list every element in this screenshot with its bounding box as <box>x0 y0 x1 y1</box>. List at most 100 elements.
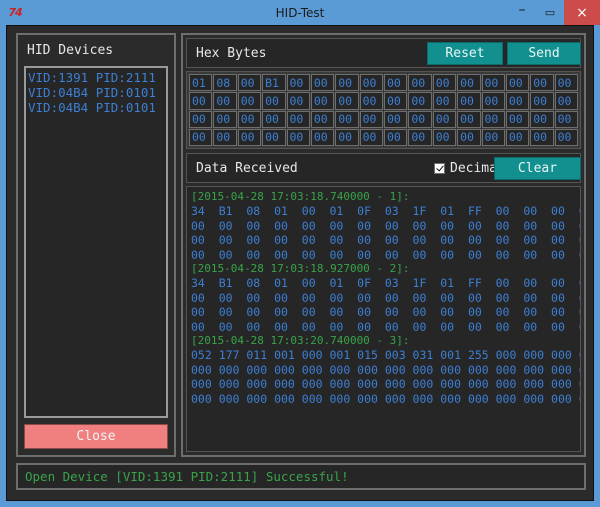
hex-byte-cell[interactable]: 00 <box>505 74 530 92</box>
close-button[interactable]: Close <box>24 424 168 449</box>
hex-byte-cell[interactable]: 00 <box>237 110 262 128</box>
hex-byte-cell[interactable]: 00 <box>335 92 359 110</box>
hex-byte-cell[interactable]: 00 <box>457 74 481 92</box>
hex-byte-cell[interactable]: 00 <box>481 92 505 110</box>
log-data-row: 34 B1 08 01 00 01 0F 03 1F 01 FF 00 00 0… <box>191 204 581 218</box>
hex-byte-cell[interactable]: 00 <box>213 92 237 110</box>
device-list[interactable]: VID:1391 PID:2111 VID:04B4 PID:0101 VID:04… <box>24 66 168 418</box>
hex-byte-cell[interactable]: 00 <box>481 128 505 146</box>
close-icon[interactable]: × <box>564 0 600 25</box>
hex-byte-cell[interactable]: 00 <box>237 74 262 92</box>
hex-byte-cell[interactable]: 00 <box>384 92 408 110</box>
hex-byte-cell[interactable]: 00 <box>432 74 457 92</box>
hex-byte-cell[interactable]: 00 <box>384 74 408 92</box>
hex-byte-cell[interactable]: 00 <box>359 128 383 146</box>
minimize-icon[interactable]: – <box>508 0 536 25</box>
hex-byte-cell[interactable]: 00 <box>359 110 383 128</box>
received-data-log[interactable]: [2015-04-28 17:03:18.740000 - 1]: 34 B1 0… <box>186 186 581 452</box>
log-data-row: 34 B1 08 01 00 01 0F 03 1F 01 FF 00 00 0… <box>191 276 581 290</box>
hex-byte-cell[interactable]: 00 <box>359 74 383 92</box>
hex-byte-cell[interactable]: B1 <box>262 74 286 92</box>
hex-bytes-header: Hex Bytes Reset Send <box>186 38 581 68</box>
hex-byte-cell[interactable]: 00 <box>262 92 286 110</box>
log-data-row: 00 00 00 00 00 00 00 00 00 00 00 00 00 0… <box>191 233 581 247</box>
log-data-row: 000 000 000 000 000 000 000 000 000 000 … <box>191 377 580 391</box>
device-list-item[interactable]: VID:04B4 PID:0101 <box>28 85 166 100</box>
hex-byte-cell[interactable]: 00 <box>286 92 310 110</box>
hex-byte-cell[interactable]: 00 <box>237 92 262 110</box>
log-data-row: 000 000 000 000 000 000 000 000 000 000 … <box>191 391 580 406</box>
hex-byte-cell[interactable]: 00 <box>530 110 554 128</box>
hex-byte-cell[interactable]: 00 <box>457 128 481 146</box>
log-data-row: 00 00 00 00 00 00 00 00 00 00 00 00 00 0… <box>191 290 581 305</box>
hex-byte-cell[interactable]: 00 <box>286 74 310 92</box>
hex-byte-cell[interactable]: 00 <box>310 110 335 128</box>
clear-button[interactable]: Clear <box>494 157 581 180</box>
hex-byte-cell[interactable]: 00 <box>505 92 530 110</box>
hex-byte-cell[interactable]: 00 <box>213 128 237 146</box>
device-list-item[interactable]: VID:04B4 PID:0101 <box>28 100 166 115</box>
log-timestamp: [2015-04-28 17:03:18.927000 - 2]: <box>191 262 410 275</box>
hex-byte-cell[interactable]: 00 <box>505 110 530 128</box>
checkbox-icon[interactable] <box>434 163 445 174</box>
hex-byte-cell[interactable]: 00 <box>457 92 481 110</box>
hex-byte-cell[interactable]: 00 <box>432 110 457 128</box>
hex-byte-cell[interactable]: 00 <box>359 92 383 110</box>
hex-byte-cell[interactable]: 00 <box>262 110 286 128</box>
hid-devices-title: HID Devices <box>27 43 114 58</box>
hex-byte-cell[interactable]: 00 <box>286 128 310 146</box>
hex-byte-cell[interactable]: 00 <box>310 128 335 146</box>
hex-byte-cell[interactable]: 00 <box>408 74 432 92</box>
hex-byte-cell[interactable]: 00 <box>262 128 286 146</box>
hex-byte-cell[interactable]: 00 <box>384 110 408 128</box>
hex-byte-cell[interactable]: 00 <box>189 128 213 146</box>
log-data-row: 000 000 000 000 000 000 000 000 000 000 … <box>191 362 580 377</box>
hex-byte-cell[interactable]: 00 <box>408 128 432 146</box>
hex-byte-cell[interactable]: 00 <box>554 110 578 128</box>
hex-byte-cell[interactable]: 00 <box>335 128 359 146</box>
hex-byte-cell[interactable]: 00 <box>481 74 505 92</box>
hex-byte-cell[interactable]: 00 <box>335 110 359 128</box>
hex-byte-cell[interactable]: 00 <box>554 92 578 110</box>
hex-byte-cell[interactable]: 00 <box>408 92 432 110</box>
hex-byte-cell[interactable]: 00 <box>457 110 481 128</box>
hex-byte-cell[interactable]: 00 <box>335 74 359 92</box>
hex-byte-cell[interactable]: 00 <box>554 128 578 146</box>
hex-byte-cell[interactable]: 00 <box>310 92 335 110</box>
hex-byte-grid[interactable]: 01 08 00 B1 00 00 00 00 00 00 00 00 00 00 00 00 00 00 00 00… <box>186 71 581 149</box>
hid-devices-panel: HID Devices VID:1391 PID:2111 VID:04B4 PI… <box>16 33 176 457</box>
hex-byte-cell[interactable]: 00 <box>189 110 213 128</box>
hex-byte-cell[interactable]: 00 <box>237 128 262 146</box>
reset-button[interactable]: Reset <box>427 42 503 65</box>
hex-byte-cell[interactable]: 00 <box>530 74 554 92</box>
hex-byte-cell[interactable]: 00 <box>530 128 554 146</box>
hex-byte-cell[interactable]: 00 <box>189 92 213 110</box>
hex-byte-cell[interactable]: 00 <box>505 128 530 146</box>
hex-byte-cell[interactable]: 08 <box>213 74 237 92</box>
log-data-row: 00 00 00 00 00 00 00 00 00 00 00 00 00 0… <box>191 305 581 319</box>
status-text: Open Device [VID:1391 PID:2111] Successf… <box>25 469 349 484</box>
data-received-header: Data Received Decimal Clear <box>186 153 581 183</box>
hex-byte-cell[interactable]: 00 <box>481 110 505 128</box>
data-received-title: Data Received <box>196 161 298 176</box>
log-data-row: 00 00 00 00 00 00 00 00 00 00 00 00 00 0… <box>191 247 581 262</box>
hex-byte-cell[interactable]: 00 <box>554 74 578 92</box>
hex-byte-cell[interactable]: 00 <box>432 92 457 110</box>
device-list-item[interactable]: VID:1391 PID:2111 <box>28 70 166 85</box>
maximize-icon[interactable]: ▭ <box>536 0 564 25</box>
hex-byte-cell[interactable]: 00 <box>310 74 335 92</box>
hex-byte-cell[interactable]: 00 <box>408 110 432 128</box>
hex-byte-cell[interactable]: 00 <box>384 128 408 146</box>
send-button[interactable]: Send <box>507 42 581 65</box>
app-window: 74 HID-Test – ▭ × HID Devices VID:1391 P… <box>0 0 600 507</box>
hex-byte-cell[interactable]: 01 <box>189 74 213 92</box>
hex-byte-cell[interactable]: 00 <box>213 110 237 128</box>
hex-byte-cell[interactable]: 00 <box>530 92 554 110</box>
log-timestamp: [2015-04-28 17:03:20.740000 - 3]: <box>191 334 410 347</box>
status-bar: Open Device [VID:1391 PID:2111] Successf… <box>16 463 586 490</box>
title-bar: 74 HID-Test – ▭ × <box>0 0 600 25</box>
hex-byte-cell[interactable]: 00 <box>432 128 457 146</box>
data-panel: Hex Bytes Reset Send 01 08 00 B1 00 00 00 00 00 0… <box>181 33 586 457</box>
hex-byte-cell[interactable]: 00 <box>286 110 310 128</box>
log-data-row: 00 00 00 00 00 00 00 00 00 00 00 00 00 0… <box>191 218 581 233</box>
